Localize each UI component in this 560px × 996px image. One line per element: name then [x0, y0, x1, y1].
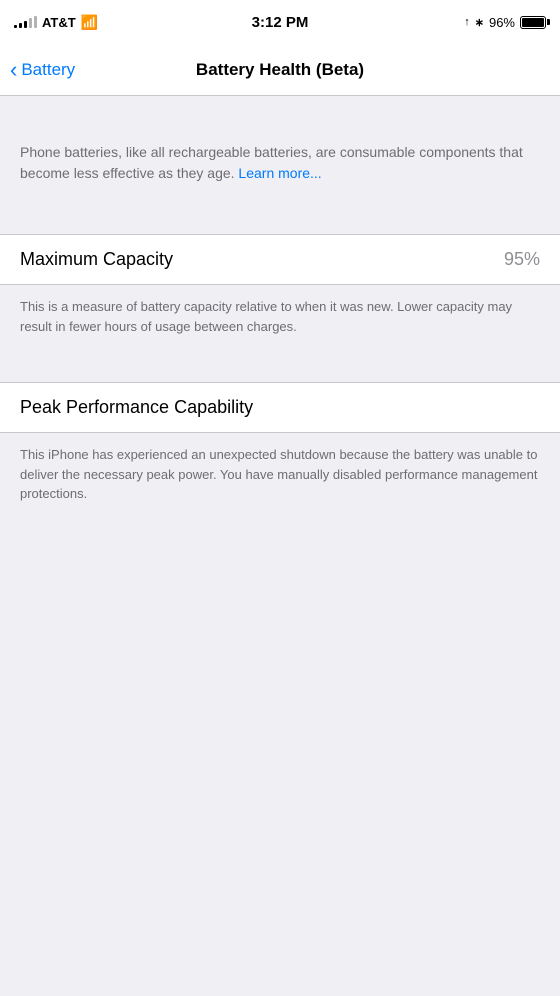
status-left: AT&T 📶 [14, 14, 98, 31]
signal-icon [14, 16, 37, 28]
page-title: Battery Health (Beta) [196, 60, 364, 80]
bluetooth-icon: ∗ [475, 16, 484, 29]
carrier-name: AT&T [42, 15, 76, 30]
learn-more-link[interactable]: Learn more... [238, 165, 321, 181]
maximum-capacity-desc-text: This is a measure of battery capacity re… [20, 297, 540, 336]
peak-performance-desc-text: This iPhone has experienced an unexpecte… [20, 445, 540, 504]
status-right: ↑ ∗ 96% [464, 15, 546, 30]
chevron-left-icon: ‹ [10, 59, 17, 81]
battery-percentage: 96% [489, 15, 515, 30]
section-separator-1 [0, 204, 560, 234]
wifi-icon: 📶 [81, 14, 98, 31]
info-card: Phone batteries, like all rechargeable b… [0, 126, 560, 204]
peak-performance-desc: This iPhone has experienced an unexpecte… [0, 433, 560, 520]
peak-performance-section: Peak Performance Capability [0, 382, 560, 433]
peak-performance-label: Peak Performance Capability [20, 397, 253, 418]
content-area: Phone batteries, like all rechargeable b… [0, 96, 560, 520]
battery-icon [520, 16, 546, 29]
info-text: Phone batteries, like all rechargeable b… [20, 142, 540, 184]
maximum-capacity-desc: This is a measure of battery capacity re… [0, 285, 560, 352]
navigation-bar: ‹ Battery Battery Health (Beta) [0, 44, 560, 96]
peak-performance-row: Peak Performance Capability [0, 383, 560, 432]
maximum-capacity-label: Maximum Capacity [20, 249, 173, 270]
section-separator-2 [0, 352, 560, 382]
maximum-capacity-value: 95% [504, 249, 540, 270]
maximum-capacity-section: Maximum Capacity 95% [0, 234, 560, 285]
maximum-capacity-row: Maximum Capacity 95% [0, 235, 560, 284]
location-icon: ↑ [464, 16, 470, 28]
back-label: Battery [21, 60, 75, 80]
back-button[interactable]: ‹ Battery [10, 59, 75, 81]
status-bar: AT&T 📶 3:12 PM ↑ ∗ 96% [0, 0, 560, 44]
status-time: 3:12 PM [252, 14, 309, 31]
